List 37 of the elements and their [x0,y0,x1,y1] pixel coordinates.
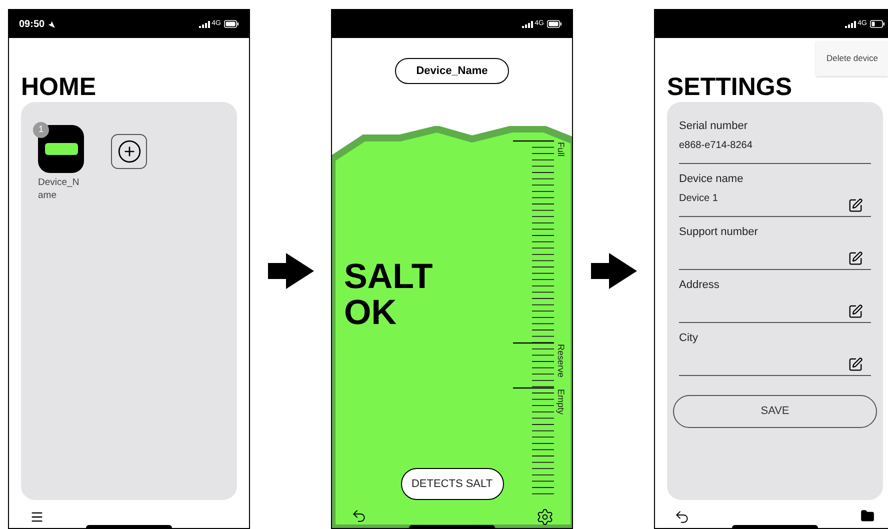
edit-icon[interactable] [848,304,863,318]
page-title: SETTINGS [667,72,794,102]
signal-icon [522,20,533,28]
device-name: Device_Name [38,176,80,202]
salt-level-bar [44,143,78,155]
page-title: HOME [21,72,97,102]
signal-icon [198,20,210,28]
folder-icon[interactable] [860,509,875,523]
field-label: Support number [679,225,759,239]
device-tile[interactable] [38,125,84,173]
scale-label: Full [556,142,566,157]
settings-icon[interactable] [536,508,554,526]
field-label: Serial number [679,119,748,133]
signal-icon [844,20,856,28]
right-arrow-icon [590,253,636,289]
field-value: e868-e714-8264 [679,139,752,153]
add-icon [116,139,142,164]
field-label: City [679,331,699,345]
salt-status: SALT OK [344,259,434,331]
back-icon[interactable] [673,509,691,525]
field-label: Address [679,278,720,292]
menu-item[interactable]: Delete device [816,43,888,74]
device-badge: 1 [33,122,49,138]
device-name-button[interactable]: Device_Name [395,58,509,84]
add-device-button[interactable] [111,134,147,169]
detect-salt-button[interactable]: DETECTS SALT [400,468,504,500]
back-icon[interactable] [350,508,368,524]
field-value[interactable]: Device 1 [679,191,718,206]
save-button[interactable]: SAVE [673,395,877,428]
scale-label: Reserve [556,344,566,378]
edit-icon[interactable] [848,198,863,212]
right-arrow-icon [268,253,314,289]
edit-icon[interactable] [848,356,863,372]
field-label: Device name [679,172,744,186]
status-time: 09:50 [19,18,45,32]
edit-icon[interactable] [848,250,863,266]
scale-label: Empty [556,389,566,415]
